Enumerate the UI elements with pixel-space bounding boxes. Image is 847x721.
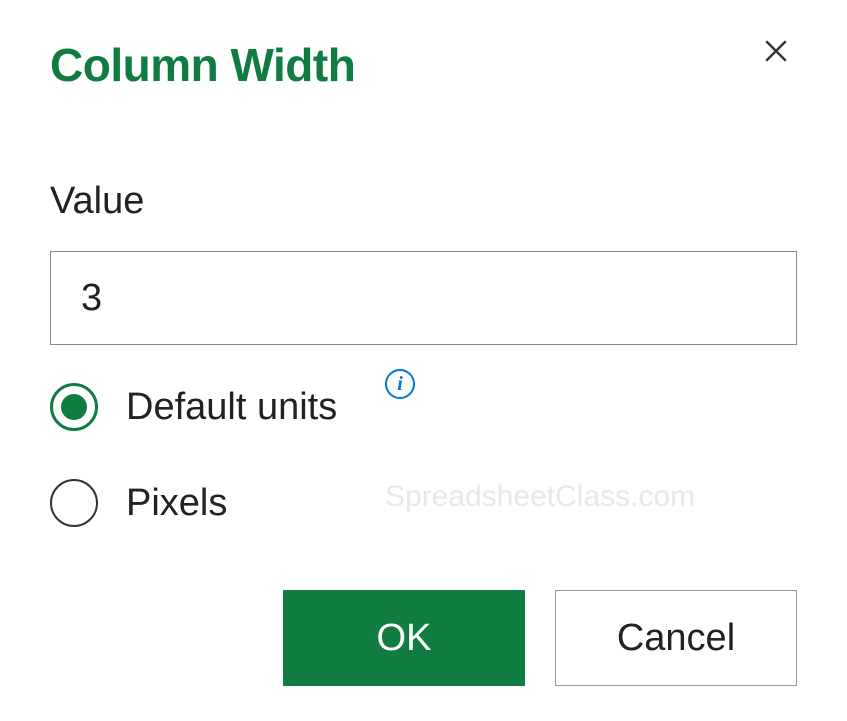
- info-icon[interactable]: i: [385, 369, 415, 399]
- radio-circle-icon: [50, 383, 98, 431]
- ok-button[interactable]: OK: [283, 590, 525, 686]
- radio-label-default-units: Default units: [126, 386, 337, 429]
- radio-label-pixels: Pixels: [126, 482, 227, 525]
- cancel-button[interactable]: Cancel: [555, 590, 797, 686]
- radio-default-units[interactable]: Default units i: [50, 383, 797, 431]
- value-input[interactable]: [50, 251, 797, 345]
- watermark-text: SpreadsheetClass.com: [385, 480, 695, 514]
- close-button[interactable]: [755, 30, 797, 78]
- radio-circle-icon: [50, 479, 98, 527]
- value-label: Value: [50, 180, 797, 223]
- close-icon: [763, 38, 789, 64]
- dialog-title: Column Width: [50, 38, 355, 92]
